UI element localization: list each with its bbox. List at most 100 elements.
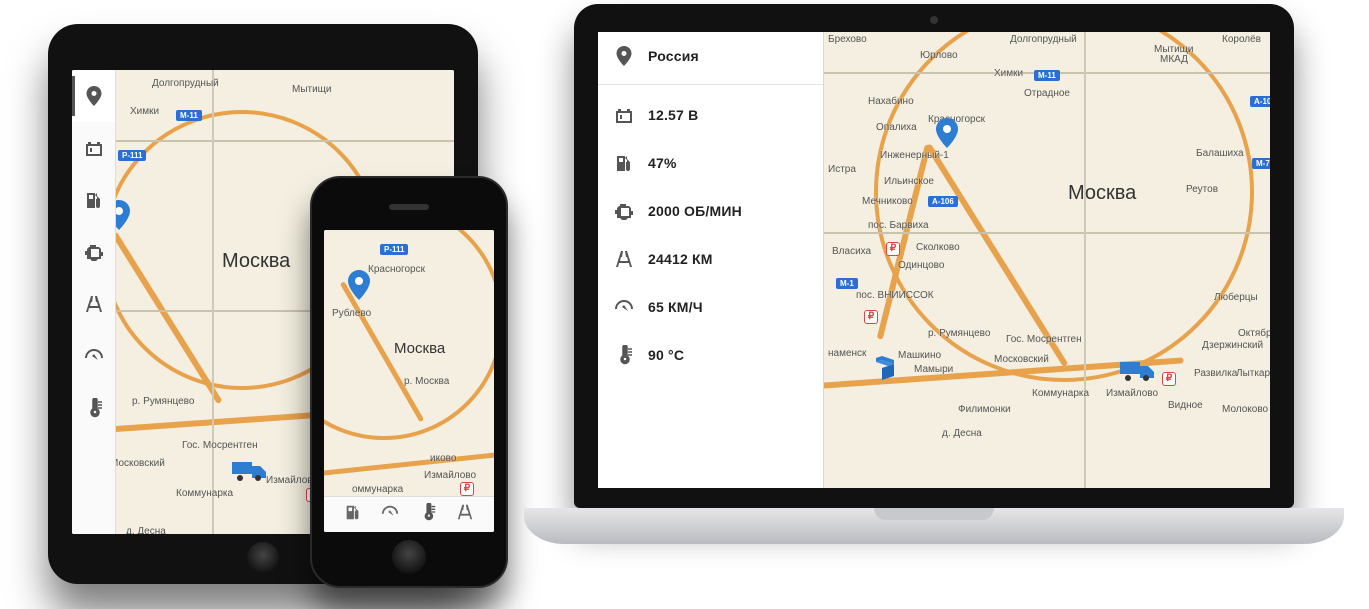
telemetry-speed: 65 КМ/Ч	[598, 283, 823, 331]
location-pin-icon[interactable]	[936, 118, 958, 148]
fuel-value: 47%	[648, 155, 677, 171]
map-view[interactable]: Брехово Долгопрудный Юрлово Химки Мытищи…	[824, 32, 1270, 488]
map-label: пос. ВНИИССОК	[856, 290, 934, 301]
laptop-device: Брехово Долгопрудный Юрлово Химки Мытищи…	[524, 0, 1344, 580]
map-label: Филимонки	[958, 404, 1011, 415]
map-label: Юрлово	[920, 50, 958, 61]
highway-badge: А-106	[928, 196, 958, 207]
sidebar-item-odometer[interactable]	[72, 278, 115, 330]
map-city-label: Москва	[394, 340, 445, 357]
telemetry-location: Россия	[598, 32, 823, 85]
map-label: д. Десна	[942, 428, 982, 439]
toolbar-fuel-icon[interactable]	[344, 503, 362, 526]
map-label: Инженерный-1	[880, 150, 949, 161]
map-label: Брехово	[828, 34, 867, 45]
location-value: Россия	[648, 48, 699, 64]
thermometer-icon	[614, 345, 634, 365]
telemetry-battery: 12.57 В	[598, 91, 823, 139]
highway-badge: Р-111	[118, 150, 146, 161]
map-label: Ильинское	[884, 176, 934, 187]
tablet-home-button[interactable]	[247, 542, 279, 574]
map-label: Мытищи	[292, 84, 332, 95]
sidebar-item-fuel[interactable]	[72, 174, 115, 226]
map-label: Нахабино	[868, 96, 914, 107]
truck-icon[interactable]	[232, 458, 266, 482]
phone-screen: Москва Красногорск Р-111 Рублево р. Моск…	[324, 230, 494, 532]
map-label: Развилка	[1194, 368, 1237, 379]
sidebar	[72, 70, 116, 534]
map-label: Лыткарино	[1236, 368, 1270, 379]
telemetry-temp: 90 °С	[598, 331, 823, 379]
map-label: МКАД	[1160, 54, 1188, 65]
map-label: р. Москва	[404, 376, 449, 387]
map-label: Долгопрудный	[152, 78, 219, 89]
battery-value: 12.57 В	[648, 107, 698, 123]
battery-icon	[614, 105, 634, 125]
map-label: Дзержинский	[1202, 340, 1263, 351]
odometer-value: 24412 КМ	[648, 251, 713, 267]
highway-badge: М-7	[1252, 158, 1270, 169]
map-label: Люберцы	[1214, 292, 1258, 303]
phone-speaker	[389, 204, 429, 210]
highway-badge: М-11	[1034, 70, 1060, 81]
location-pin-icon[interactable]	[348, 270, 370, 300]
map-label: Измайлово	[1106, 388, 1158, 399]
laptop-base	[524, 508, 1344, 544]
toolbar-road-icon[interactable]	[456, 503, 474, 526]
highway-badge: А-103	[1250, 96, 1270, 107]
map-label: пос. Барвиха	[868, 220, 929, 231]
telemetry-panel: Россия 12.57 В 47% 2000 ОБ/МИН 24412 КМ	[598, 32, 824, 488]
map-label: Московский	[110, 458, 165, 469]
speedometer-icon	[614, 297, 634, 317]
sidebar-item-battery[interactable]	[72, 122, 115, 174]
engine-icon	[614, 201, 634, 221]
phone-home-button[interactable]	[392, 540, 426, 574]
map-view[interactable]: Москва Красногорск Р-111 Рублево р. Моск…	[324, 230, 494, 532]
laptop-notch	[874, 508, 994, 520]
temp-value: 90 °С	[648, 347, 684, 363]
map-label: Мечниково	[862, 196, 913, 207]
map-label: иково	[430, 453, 456, 464]
map-label: Коммунарка	[176, 488, 233, 499]
map-label: Балашиха	[1196, 148, 1244, 159]
map-label: Долгопрудный	[1010, 34, 1077, 45]
fuel-icon	[614, 153, 634, 173]
map-label: Опалиха	[876, 122, 917, 133]
road-icon	[614, 249, 634, 269]
cargo-icon[interactable]	[876, 356, 906, 382]
map-label: Отрадное	[1024, 88, 1070, 99]
map-label: р. Румянцево	[132, 396, 194, 407]
map-label: Одинцово	[898, 260, 944, 271]
sidebar-item-engine[interactable]	[72, 226, 115, 278]
parking-icon: ₽	[864, 310, 878, 324]
map-label: Истра	[828, 164, 856, 175]
sidebar-item-temp[interactable]	[72, 382, 115, 434]
speed-value: 65 КМ/Ч	[648, 299, 703, 315]
map-label: Королёв	[1222, 34, 1261, 45]
parking-icon: ₽	[886, 242, 900, 256]
rpm-value: 2000 ОБ/МИН	[648, 203, 742, 219]
map-city-label: Москва	[1068, 182, 1136, 205]
map-label: Мамыри	[914, 364, 953, 375]
map-label: Власиха	[832, 246, 871, 257]
map-label: Рублево	[332, 308, 371, 319]
truck-icon[interactable]	[1120, 358, 1154, 382]
parking-icon: ₽	[1162, 372, 1176, 386]
map-label: оммунарка	[352, 484, 403, 495]
map-label: д. Десна	[126, 526, 166, 534]
sidebar-item-location[interactable]	[72, 70, 115, 122]
map-label: Красногорск	[368, 264, 425, 275]
toolbar-temp-icon[interactable]	[419, 503, 437, 526]
pin-icon	[614, 46, 634, 66]
map-label: Химки	[130, 106, 159, 117]
telemetry-odometer: 24412 КМ	[598, 235, 823, 283]
highway-badge: М-11	[176, 110, 202, 121]
map-label: наменск	[828, 348, 866, 359]
highway-badge: М-1	[836, 278, 858, 289]
map-label: Гос. Мосрентген	[1006, 334, 1082, 345]
sidebar-item-speed[interactable]	[72, 330, 115, 382]
map-label: Октябрьски	[1238, 328, 1270, 339]
toolbar-speed-icon[interactable]	[381, 503, 399, 526]
telemetry-rpm: 2000 ОБ/МИН	[598, 187, 823, 235]
map-city-label: Москва	[222, 250, 290, 273]
